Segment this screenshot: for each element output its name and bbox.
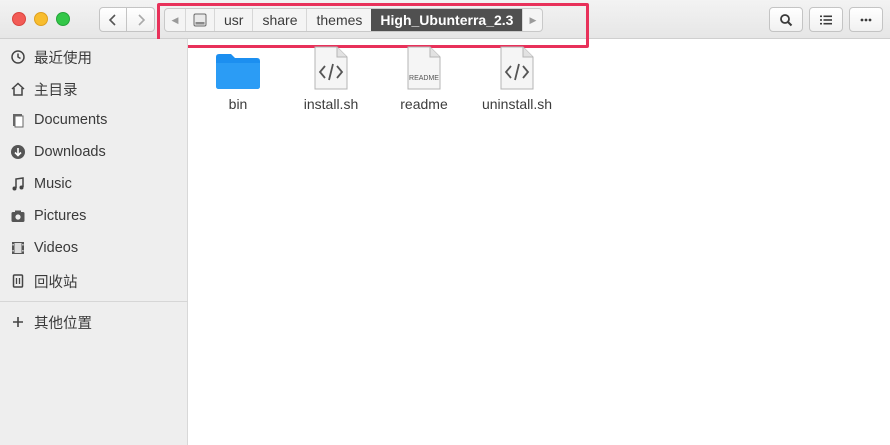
file-name: readme xyxy=(400,96,448,112)
sidebar-item-label: Pictures xyxy=(34,208,87,224)
back-button[interactable] xyxy=(99,7,127,32)
path-bar-highlight-box xyxy=(157,3,589,48)
sidebar-item-pictures[interactable]: Pictures xyxy=(0,202,188,230)
menu-button[interactable] xyxy=(849,7,883,32)
sidebar-item-home[interactable]: 主目录 xyxy=(0,75,188,103)
file-item-bin[interactable]: bin xyxy=(193,46,283,112)
recent-icon xyxy=(9,48,27,66)
sidebar-item-downloads[interactable]: Downloads xyxy=(0,138,188,166)
sidebar-divider xyxy=(0,301,188,302)
list-view-button[interactable] xyxy=(809,7,843,32)
navigation-buttons xyxy=(99,7,155,32)
chevron-right-icon xyxy=(137,13,145,26)
plus-icon xyxy=(9,313,27,331)
sidebar-item-other-locations[interactable]: 其他位置 xyxy=(0,308,188,336)
close-window-button[interactable] xyxy=(12,12,26,26)
sidebar-item-label: 其他位置 xyxy=(34,315,92,332)
sidebar-item-label: 最近使用 xyxy=(34,50,92,67)
readme-file-icon: README xyxy=(379,46,469,90)
sidebar-item-label: Videos xyxy=(34,240,79,256)
sidebar-item-recent[interactable]: 最近使用 xyxy=(0,43,188,71)
header-bar: ◀ usr share themes High_Ubunterra_2.3 ▶ xyxy=(0,0,890,48)
script-file-icon xyxy=(472,46,562,90)
sidebar-item-label: Music xyxy=(34,176,72,192)
sidebar-item-label: Downloads xyxy=(34,144,106,160)
sidebar: 最近使用 主目录 Documents Downloads Music Pictu… xyxy=(0,39,188,445)
search-button[interactable] xyxy=(769,7,803,32)
sidebar-item-label: 主目录 xyxy=(34,82,78,99)
file-name: uninstall.sh xyxy=(481,96,553,112)
documents-icon xyxy=(9,111,27,129)
file-item-install-sh[interactable]: install.sh xyxy=(286,46,376,112)
music-icon xyxy=(9,175,27,193)
chevron-left-icon xyxy=(108,13,116,26)
svg-text:README: README xyxy=(409,75,439,82)
videos-icon xyxy=(9,239,27,257)
sidebar-item-label: Documents xyxy=(34,112,108,128)
file-item-readme[interactable]: README readme xyxy=(379,46,469,112)
file-name: install.sh xyxy=(303,96,359,112)
downloads-icon xyxy=(9,143,27,161)
maximize-window-button[interactable] xyxy=(56,12,70,26)
folder-icon xyxy=(193,46,283,90)
sidebar-item-label: 回收站 xyxy=(34,274,78,291)
trash-icon xyxy=(9,272,27,290)
file-item-uninstall-sh[interactable]: uninstall.sh xyxy=(472,46,562,112)
minimize-window-button[interactable] xyxy=(34,12,48,26)
forward-button[interactable] xyxy=(127,7,155,32)
script-file-icon xyxy=(286,46,376,90)
file-name: bin xyxy=(228,96,248,112)
sidebar-item-documents[interactable]: Documents xyxy=(0,106,188,134)
sidebar-item-music[interactable]: Music xyxy=(0,170,188,198)
search-icon xyxy=(780,13,793,26)
sidebar-item-trash[interactable]: 回收站 xyxy=(0,267,188,295)
pictures-icon xyxy=(9,207,27,225)
more-options-icon xyxy=(860,18,872,21)
home-icon xyxy=(9,80,27,98)
list-view-icon xyxy=(820,15,832,24)
sidebar-item-videos[interactable]: Videos xyxy=(0,234,188,262)
